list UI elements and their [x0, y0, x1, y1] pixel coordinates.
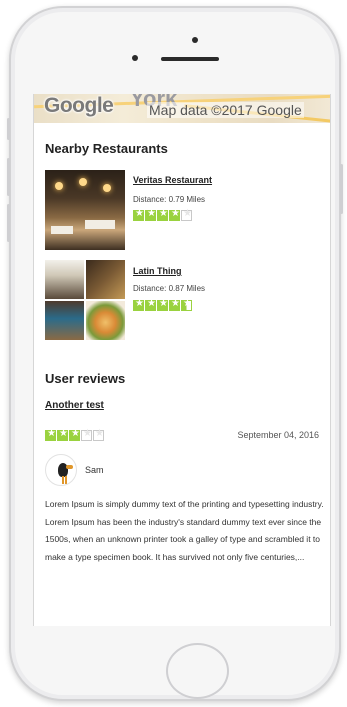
user-reviews-title: User reviews — [45, 371, 126, 386]
star-icon — [157, 298, 168, 311]
restaurant-name-link[interactable]: Latin Thing — [133, 266, 182, 276]
front-camera-icon — [192, 37, 198, 43]
speaker-grille — [161, 57, 219, 61]
google-logo: Google — [44, 94, 114, 117]
power-button — [340, 164, 343, 214]
restaurant-rating — [133, 208, 192, 221]
nearby-restaurants-title: Nearby Restaurants — [45, 141, 168, 156]
restaurant-distance: Distance: 0.87 Miles — [133, 284, 206, 293]
star-icon — [45, 428, 56, 441]
map-view[interactable]: York Google Map data ©2017 Google — [34, 94, 330, 123]
restaurant-name-link[interactable]: Veritas Restaurant — [133, 175, 212, 185]
star-icon — [93, 428, 104, 441]
star-icon — [145, 208, 156, 221]
review-rating — [45, 428, 104, 441]
app-screen: York Google Map data ©2017 Google Nearby… — [33, 94, 331, 626]
restaurant-thumbnail[interactable] — [45, 260, 125, 340]
star-icon — [81, 428, 92, 441]
review-body: Lorem Ipsum is simply dummy text of the … — [45, 499, 324, 562]
home-button[interactable] — [166, 643, 229, 699]
map-credit: Map data ©2017 Google — [147, 102, 304, 118]
bird-avatar-icon — [45, 454, 77, 486]
star-icon — [133, 298, 144, 311]
restaurant-rating — [133, 298, 192, 311]
review-title-link[interactable]: Another test — [45, 400, 104, 411]
star-icon — [145, 298, 156, 311]
volume-up-button — [7, 158, 10, 196]
reviewer-name: Sam — [85, 465, 104, 475]
star-icon — [181, 298, 192, 311]
star-icon — [169, 208, 180, 221]
star-icon — [69, 428, 80, 441]
star-icon — [133, 208, 144, 221]
side-button — [7, 118, 10, 140]
star-icon — [169, 298, 180, 311]
sensor-icon — [132, 55, 138, 61]
star-icon — [57, 428, 68, 441]
volume-down-button — [7, 204, 10, 242]
star-icon — [157, 208, 168, 221]
review-date: September 04, 2016 — [237, 430, 319, 440]
restaurant-distance: Distance: 0.79 Miles — [133, 195, 206, 204]
restaurant-thumbnail[interactable] — [45, 170, 125, 250]
star-icon — [181, 208, 192, 221]
